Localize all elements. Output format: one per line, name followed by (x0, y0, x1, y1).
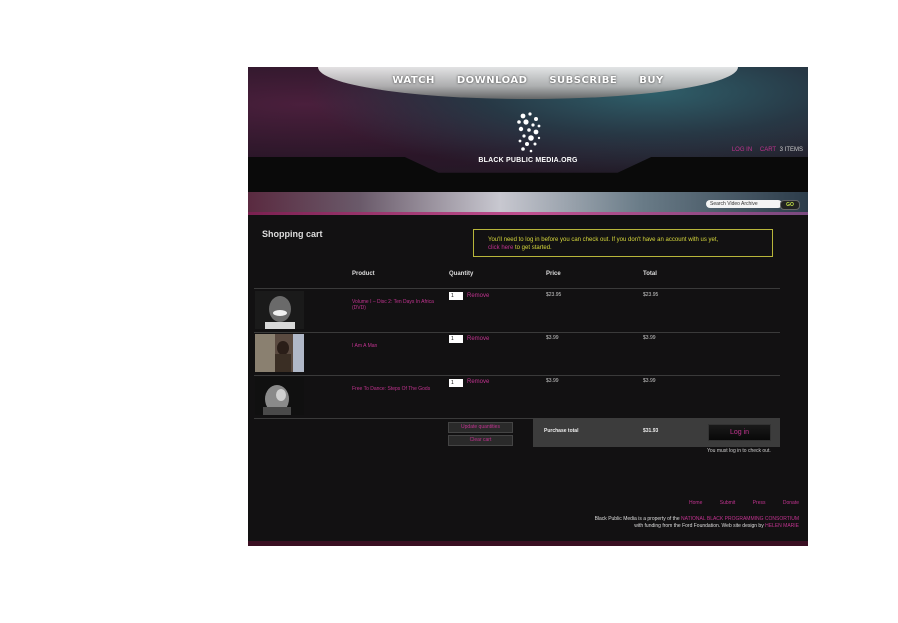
footer-line-1: Black Public Media is a property of the … (595, 516, 799, 522)
login-button[interactable]: Log in (708, 424, 771, 441)
cart-link[interactable]: CART (760, 147, 776, 153)
product-thumbnail[interactable] (255, 334, 304, 372)
header-banner: WATCH DOWNLOAD SUBSCRIBE BUY BLACK PUBLI… (248, 67, 808, 192)
nbpc-link[interactable]: NATIONAL BLACK PROGRAMMING CONSORTIUM (681, 516, 799, 522)
footer-link-donate[interactable]: Donate (783, 500, 799, 506)
item-total: $3.99 (643, 335, 656, 341)
footer-line-2: with funding from the Ford Foundation. W… (634, 523, 799, 529)
footer-link-press[interactable]: Press (753, 500, 766, 506)
accent-strip (248, 212, 808, 215)
page-title: Shopping cart (262, 229, 323, 239)
footer-link-submit[interactable]: Submit (720, 500, 736, 506)
item-total: $3.99 (643, 378, 656, 384)
product-thumbnail[interactable] (255, 377, 304, 415)
footer-link-home[interactable]: Home (689, 500, 702, 506)
site-logo[interactable]: BLACK PUBLIC MEDIA.ORG (438, 102, 618, 182)
footer-bottom-strip (248, 541, 808, 546)
col-header-total: Total (643, 271, 657, 277)
remove-link[interactable]: Remove (467, 293, 489, 299)
designer-link[interactable]: HELEN MARIE (765, 523, 799, 529)
quantity-input[interactable]: 1 (449, 335, 463, 343)
table-divider (254, 288, 780, 289)
clear-cart-button[interactable]: Clear cart (448, 435, 513, 446)
search-input[interactable]: Search Video Archive (706, 200, 782, 208)
nav-buy[interactable]: BUY (630, 75, 672, 86)
notice-text: You'll need to log in before you can che… (488, 237, 719, 243)
product-name-link[interactable]: Free To Dance: Steps Of The Gods (352, 386, 442, 392)
footer-nav: Home Submit Press Donate (673, 500, 799, 506)
notice-click-here-link[interactable]: click here (488, 245, 513, 251)
update-quantities-button[interactable]: Update quantities (448, 422, 513, 433)
remove-link[interactable]: Remove (467, 379, 489, 385)
login-link[interactable]: LOG IN (732, 147, 752, 153)
logo-mark-icon (517, 112, 541, 153)
table-divider (254, 375, 780, 376)
logo-text: BLACK PUBLIC MEDIA.ORG (478, 157, 578, 164)
item-price: $3.99 (546, 335, 559, 341)
product-thumbnail[interactable] (255, 291, 304, 329)
footer-text-2: with funding from the Ford Foundation. W… (634, 523, 764, 529)
table-divider (254, 332, 780, 333)
product-name-link[interactable]: I Am A Man (352, 343, 442, 349)
col-header-quantity: Quantity (449, 271, 474, 277)
purchase-total-label: Purchase total (544, 428, 579, 434)
nav-watch[interactable]: WATCH (383, 75, 444, 86)
nav-download[interactable]: DOWNLOAD (448, 75, 537, 86)
cart-count: 3 ITEMS (779, 147, 803, 153)
site-frame: WATCH DOWNLOAD SUBSCRIBE BUY BLACK PUBLI… (248, 67, 808, 546)
nav-subscribe[interactable]: SUBSCRIBE (540, 75, 626, 86)
quantity-input[interactable]: 1 (449, 379, 463, 387)
purchase-total-value: $31.93 (643, 428, 659, 434)
remove-link[interactable]: Remove (467, 336, 489, 342)
main-nav: WATCH DOWNLOAD SUBSCRIBE BUY (248, 75, 808, 86)
product-name-link[interactable]: Volume I – Disc 2: Ten Days In Africa (D… (352, 299, 442, 311)
col-header-price: Price (546, 271, 561, 277)
item-price: $3.99 (546, 378, 559, 384)
quantity-input[interactable]: 1 (449, 292, 463, 300)
login-note: You must log in to check out. (707, 448, 771, 454)
col-header-product: Product (352, 271, 375, 277)
footer-text-1: Black Public Media is a property of the (594, 516, 680, 522)
login-notice: You'll need to log in before you can che… (473, 229, 773, 257)
item-price: $23.95 (546, 292, 562, 298)
notice-tail: to get started. (515, 245, 552, 251)
item-total: $23.95 (643, 292, 659, 298)
search-go-button[interactable]: GO (780, 200, 800, 210)
user-nav: LOG IN CART 3 ITEMS (726, 147, 803, 153)
